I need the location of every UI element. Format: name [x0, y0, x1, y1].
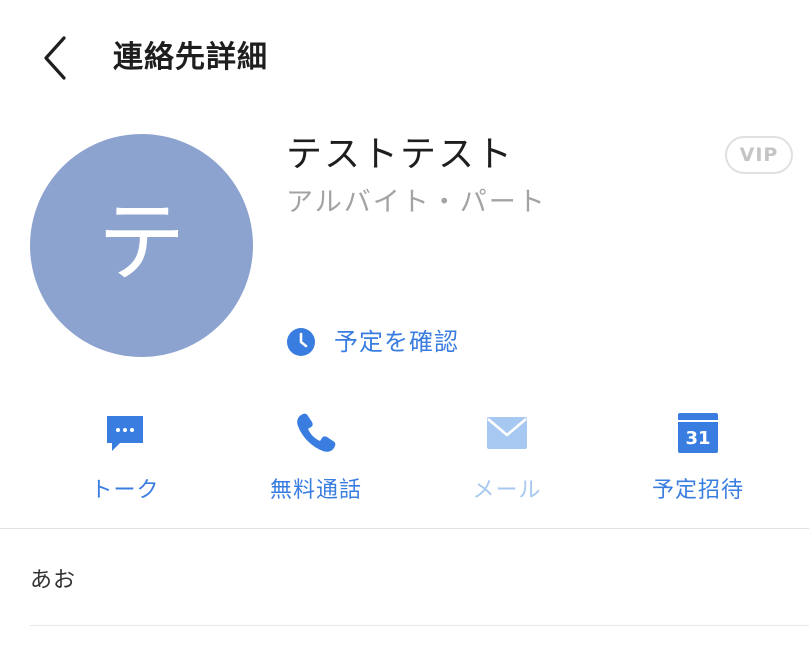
- mail-label: メール: [472, 478, 542, 503]
- section-divider: [0, 528, 809, 529]
- avatar: テ: [30, 134, 253, 357]
- calendar-day-text: 31: [685, 428, 710, 449]
- avatar-initial: テ: [97, 190, 186, 294]
- contact-subtitle: アルバイト・パート: [286, 187, 547, 218]
- header: 連絡先詳細: [0, 0, 809, 116]
- vip-toggle[interactable]: VIP: [725, 136, 793, 174]
- view-schedule-link[interactable]: 予定を確認: [286, 324, 459, 360]
- page-title: 連絡先詳細: [113, 40, 268, 75]
- schedule-invite-label: 予定招待: [651, 478, 744, 503]
- clock-icon: [287, 328, 315, 356]
- talk-label: トーク: [90, 478, 160, 503]
- chat-bubble-icon: [102, 410, 148, 456]
- talk-button[interactable]: トーク: [45, 400, 205, 520]
- mail-icon: [484, 410, 530, 456]
- action-bar: トーク 無料通話 メール 31 予定招待: [0, 400, 809, 528]
- row-divider: [30, 625, 809, 626]
- free-call-label: 無料通話: [269, 478, 362, 503]
- contact-name: テストテスト: [286, 134, 515, 175]
- detail-row: あお: [30, 568, 77, 593]
- phone-icon: [293, 410, 339, 456]
- schedule-invite-button[interactable]: 31 予定招待: [618, 400, 778, 520]
- mail-button[interactable]: メール: [427, 400, 587, 520]
- free-call-button[interactable]: 無料通話: [236, 400, 396, 520]
- chevron-left-icon: [44, 36, 66, 80]
- view-schedule-label: 予定を確認: [334, 328, 459, 356]
- contact-detail-screen: 連絡先詳細 テ テストテスト アルバイト・パート VIP 予定を確認 トーク 無…: [0, 0, 809, 649]
- back-button[interactable]: [36, 34, 76, 82]
- calendar-icon: 31: [675, 410, 721, 456]
